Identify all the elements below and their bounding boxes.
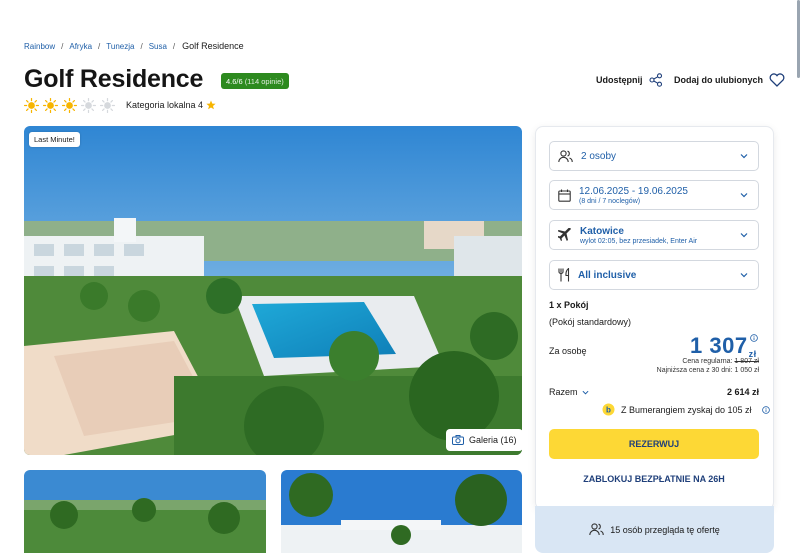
regular-price: Cena regularna: 1 807 zł bbox=[682, 358, 759, 365]
chevron-down-icon bbox=[740, 273, 748, 278]
camera-icon bbox=[452, 435, 464, 445]
breadcrumb-current: Golf Residence bbox=[182, 41, 244, 51]
rating-score: 4.6/6 bbox=[226, 76, 243, 86]
total-value: 2 614 zł bbox=[726, 387, 759, 397]
departure-select[interactable]: Katowice wylot 02:05, bez przesiadek, En… bbox=[549, 220, 759, 250]
calendar-icon bbox=[558, 189, 571, 202]
share-icon bbox=[648, 73, 662, 87]
breadcrumb: Rainbow / Afryka / Tunezja / Susa / Golf… bbox=[24, 41, 244, 51]
chevron-down-icon bbox=[740, 193, 748, 198]
chevron-down-icon bbox=[740, 233, 748, 238]
board-value: All inclusive bbox=[578, 269, 637, 281]
dates-duration: (8 dni / 7 noclegów) bbox=[579, 197, 641, 205]
hotel-pool-image bbox=[24, 126, 522, 455]
share-button[interactable]: Udostępnij bbox=[596, 73, 663, 87]
price-per-person: 1 307zł bbox=[690, 333, 757, 359]
breadcrumb-susa[interactable]: Susa bbox=[149, 42, 167, 51]
svg-text:b: b bbox=[606, 406, 611, 415]
departure-details: wylot 02:05, bez przesiadek, Enter Air bbox=[580, 237, 698, 245]
total-label: Razem bbox=[549, 387, 578, 397]
category-label: Kategoria lokalna 4 bbox=[126, 100, 204, 110]
breadcrumb-tunezja[interactable]: Tunezja bbox=[106, 42, 134, 51]
breadcrumb-afryka[interactable]: Afryka bbox=[69, 42, 92, 51]
cutlery-icon bbox=[558, 268, 570, 282]
last-minute-badge: Last Minute! bbox=[29, 132, 80, 147]
viewers-info: 15 osób przegląda tę ofertę bbox=[535, 506, 774, 553]
star-icon bbox=[206, 100, 216, 110]
sun-filled-icon bbox=[62, 98, 77, 113]
thumbnail-photo-2[interactable] bbox=[281, 470, 522, 553]
local-category: Kategoria lokalna 4 bbox=[126, 100, 216, 110]
breadcrumb-separator: / bbox=[98, 41, 101, 51]
thumbnail-photo-1[interactable] bbox=[24, 470, 266, 553]
viewers-text: 15 osób przegląda tę ofertę bbox=[610, 524, 720, 535]
dates-value: 12.06.2025 - 19.06.2025 bbox=[579, 185, 688, 197]
breadcrumb-separator: / bbox=[140, 41, 143, 51]
info-icon[interactable] bbox=[761, 405, 770, 414]
favorite-button[interactable]: Dodaj do ulubionych bbox=[674, 73, 785, 87]
per-person-label: Za osobę bbox=[549, 346, 587, 356]
total-toggle[interactable]: Razem bbox=[549, 387, 589, 397]
persons-value: 2 osoby bbox=[581, 150, 617, 162]
breadcrumb-separator: / bbox=[61, 41, 64, 51]
price-value: 1 307 bbox=[690, 333, 748, 358]
users-icon bbox=[589, 523, 604, 536]
thumbnail-image bbox=[24, 470, 266, 553]
rating-badge[interactable]: 4.6/6 (114 opinie) bbox=[221, 73, 289, 89]
heart-icon bbox=[769, 73, 785, 87]
rating-count: (114 opinie) bbox=[244, 76, 284, 86]
reserve-button[interactable]: REZERWUJ bbox=[549, 429, 759, 459]
info-icon[interactable] bbox=[750, 334, 758, 342]
dates-select[interactable]: 12.06.2025 - 19.06.2025 (8 dni / 7 nocle… bbox=[549, 180, 759, 210]
hero-photo[interactable] bbox=[24, 126, 522, 455]
chevron-down-icon bbox=[582, 390, 589, 395]
sun-empty-icon bbox=[81, 98, 96, 113]
sun-rating bbox=[24, 98, 115, 113]
thumbnail-image bbox=[281, 470, 522, 553]
share-label: Udostępnij bbox=[596, 75, 643, 85]
room-count: 1 x Pokój bbox=[549, 300, 589, 310]
plane-icon bbox=[558, 228, 571, 241]
room-type: (Pokój standardowy) bbox=[549, 317, 632, 327]
persons-select[interactable]: 2 osoby bbox=[549, 141, 759, 171]
departure-value: Katowice bbox=[580, 225, 624, 237]
breadcrumb-separator: / bbox=[172, 41, 176, 51]
sun-filled-icon bbox=[43, 98, 58, 113]
gallery-label: Galeria (16) bbox=[469, 435, 517, 445]
bumerang-info: b Z Bumerangiem zyskaj do 105 zł bbox=[602, 403, 770, 416]
block-free-button[interactable]: ZABLOKUJ BEZPŁATNIE NA 26H bbox=[549, 470, 759, 488]
offer-page: Rainbow / Afryka / Tunezja / Susa / Golf… bbox=[0, 0, 800, 553]
regular-label: Cena regularna: bbox=[682, 358, 733, 365]
favorite-label: Dodaj do ulubionych bbox=[674, 75, 763, 85]
sun-empty-icon bbox=[100, 98, 115, 113]
gallery-button[interactable]: Galeria (16) bbox=[446, 429, 523, 451]
breadcrumb-rainbow[interactable]: Rainbow bbox=[24, 42, 55, 51]
departure-text: Katowice wylot 02:05, bez przesiadek, En… bbox=[580, 226, 697, 245]
dates-text: 12.06.2025 - 19.06.2025 (8 dni / 7 nocle… bbox=[579, 186, 688, 205]
chevron-down-icon bbox=[740, 154, 748, 159]
users-icon bbox=[558, 149, 573, 162]
sun-filled-icon bbox=[24, 98, 39, 113]
bumerang-logo-icon: b bbox=[602, 403, 615, 416]
board-select[interactable]: All inclusive bbox=[549, 260, 759, 290]
regular-value: 1 807 zł bbox=[734, 358, 759, 365]
hotel-title: Golf Residence bbox=[24, 65, 204, 93]
bumerang-text: Z Bumerangiem zyskaj do 105 zł bbox=[621, 404, 752, 415]
lowest-price-30d: Najniższa cena z 30 dni: 1 050 zł bbox=[656, 367, 759, 374]
